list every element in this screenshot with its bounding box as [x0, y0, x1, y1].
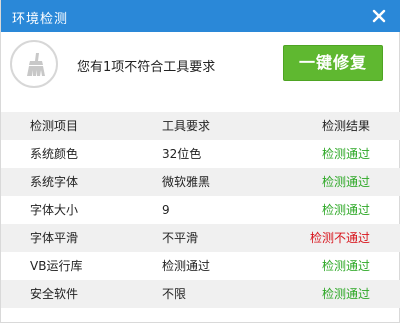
check-item: 字体大小 — [30, 203, 79, 217]
check-item: 系统字体 — [30, 175, 79, 189]
summary-header: 您有1项不符合工具要求 一键修复 — [1, 32, 400, 104]
check-item: 字体平滑 — [30, 231, 79, 245]
check-requirement: 微软雅黑 — [162, 175, 211, 189]
check-results-table: 检测项目 工具要求 检测结果 系统颜色 32位色 检测通过 系统字体 微软雅黑 … — [1, 112, 400, 308]
table-row: 字体平滑 不平滑 检测不通过 — [1, 224, 400, 252]
check-summary-text: 您有1项不符合工具要求 — [77, 60, 216, 75]
window-title: 环境检测 — [12, 12, 69, 27]
check-item: VB运行库 — [30, 259, 83, 273]
check-requirement: 32位色 — [162, 147, 202, 161]
close-icon[interactable] — [369, 6, 389, 26]
check-item: 安全软件 — [30, 287, 79, 301]
column-header-item: 检测项目 — [30, 119, 79, 133]
check-item: 系统颜色 — [30, 147, 79, 161]
check-result: 检测通过 — [321, 175, 370, 189]
table-row: 系统颜色 32位色 检测通过 — [1, 140, 400, 168]
table-row: VB运行库 检测通过 检测通过 — [1, 252, 400, 280]
check-result: 检测通过 — [321, 203, 370, 217]
check-result: 检测不通过 — [309, 231, 370, 245]
check-result: 检测通过 — [321, 259, 370, 273]
column-header-result: 检测结果 — [321, 119, 370, 133]
table-row: 系统字体 微软雅黑 检测通过 — [1, 168, 400, 196]
table-header-row: 检测项目 工具要求 检测结果 — [1, 112, 400, 140]
column-header-requirement: 工具要求 — [162, 119, 211, 133]
table-row: 安全软件 不限 检测通过 — [1, 280, 400, 308]
title-bar[interactable]: 环境检测 — [1, 0, 400, 32]
check-requirement: 不限 — [162, 287, 187, 301]
check-requirement: 检测通过 — [162, 259, 211, 273]
environment-check-window: 环境检测 您有1项不符合工具要求 一键修复 检测项目 工具要求 检测结果 系统颜… — [0, 0, 400, 323]
check-requirement: 不平滑 — [162, 231, 199, 245]
check-requirement: 9 — [162, 203, 170, 217]
one-click-fix-button[interactable]: 一键修复 — [283, 45, 383, 81]
table-row: 字体大小 9 检测通过 — [1, 196, 400, 224]
check-result: 检测通过 — [321, 287, 370, 301]
broom-icon — [10, 40, 58, 88]
check-result: 检测通过 — [321, 147, 370, 161]
